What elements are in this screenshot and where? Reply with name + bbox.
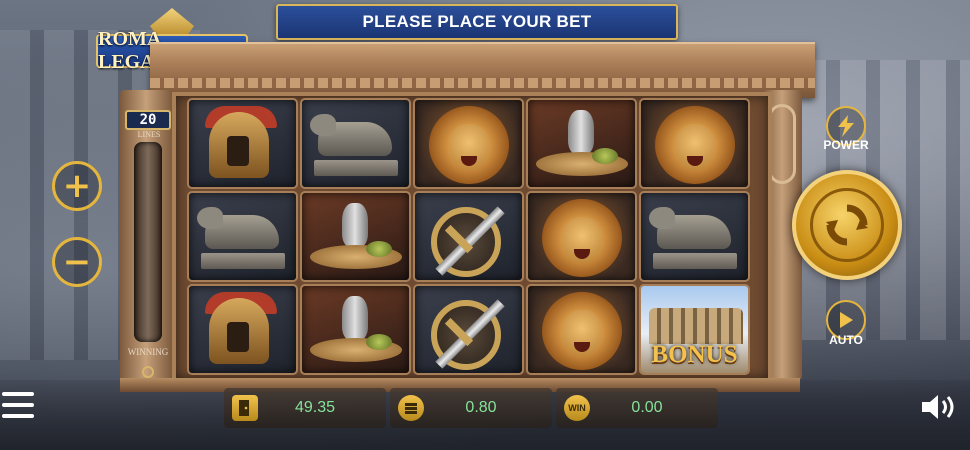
grapes-icon (366, 241, 392, 257)
spin-arrows-icon (826, 204, 868, 246)
menu-line (2, 403, 34, 407)
spin-button[interactable] (792, 170, 902, 280)
grapes-icon (592, 148, 618, 164)
vase-icon (568, 110, 594, 154)
lion-symbol (641, 100, 748, 187)
feast-symbol (528, 100, 635, 187)
win-value: 0.00 (631, 399, 663, 416)
statue-base-icon (314, 160, 398, 176)
helmet-visor-icon (227, 322, 249, 352)
coin-stack-icon (398, 395, 424, 421)
shield-sword-symbol (415, 193, 522, 280)
banner-text: PLEASE PLACE YOUR BET (362, 12, 592, 31)
grapes-icon (366, 334, 392, 350)
wolf-head-icon (649, 207, 675, 229)
play-icon (840, 312, 853, 328)
she-wolf-symbol (302, 100, 409, 187)
reel-cell-shield-sword (413, 284, 524, 375)
reel-cell-gladiator (187, 98, 298, 189)
reel-cell-she-wolf (300, 98, 411, 189)
balance-value: 49.35 (294, 399, 336, 416)
lion-symbol (528, 193, 635, 280)
she-wolf-symbol (641, 193, 748, 280)
menu-line (2, 392, 34, 396)
win-badge-icon: WIN (564, 395, 590, 421)
reel-cell-lion (526, 284, 637, 375)
reel-cell-feast (300, 191, 411, 282)
winning-label: WINNING (127, 347, 169, 357)
reel-cell-gladiator (187, 284, 298, 375)
shield-sword-symbol (415, 286, 522, 373)
statue-base-icon (653, 253, 737, 269)
speaker-icon[interactable] (920, 391, 960, 423)
bonus-text: BONUS (651, 341, 738, 368)
temple-roof (150, 42, 815, 98)
menu-line (2, 414, 34, 418)
refresh-arrows-icon (810, 188, 884, 262)
gladiator-symbol (189, 286, 296, 373)
lion-symbol (415, 100, 522, 187)
lion-symbol (528, 286, 635, 373)
lines-label: LINES (137, 130, 161, 139)
bet-display: 0.80 (390, 388, 552, 428)
reel-cell-feast (300, 284, 411, 375)
win-display: WIN 0.00 (556, 388, 718, 428)
vase-icon (342, 296, 368, 340)
winning-meter-tube (134, 142, 162, 342)
balance-display: 49.35 (224, 388, 386, 428)
minus-icon: − (62, 242, 92, 282)
wolf-head-icon (197, 207, 223, 229)
she-wolf-symbol (189, 193, 296, 280)
reel-cell-she-wolf (187, 191, 298, 282)
increase-bet-button[interactable]: + (52, 161, 102, 211)
reel-cell-lion (526, 191, 637, 282)
column-scroll-ornament (768, 104, 796, 184)
reel-cell-bonus: BONUS (639, 284, 750, 375)
power-label: POWER (823, 138, 869, 152)
hamburger-menu-icon[interactable] (2, 392, 34, 418)
reel-cell-feast (526, 98, 637, 189)
reel-cell-she-wolf (639, 191, 750, 282)
reel-cell-shield-sword (413, 191, 524, 282)
helmet-visor-icon (227, 136, 249, 166)
lightning-icon (838, 115, 854, 137)
vase-icon (342, 203, 368, 247)
message-banner: PLEASE PLACE YOUR BET (276, 4, 678, 40)
colosseum-icon (649, 308, 743, 344)
bet-value: 0.80 (465, 399, 497, 416)
win-icon-text: WIN (568, 403, 586, 413)
decrease-bet-button[interactable]: − (52, 237, 102, 287)
auto-label: AUTO (829, 333, 863, 347)
reel-cell-lion (639, 98, 750, 189)
statue-base-icon (201, 253, 285, 269)
exit-door-icon (232, 395, 258, 421)
feast-symbol (302, 286, 409, 373)
feast-symbol (302, 193, 409, 280)
lines-badge: 20 (125, 110, 171, 130)
winning-indicator (142, 366, 154, 378)
plus-icon: + (62, 166, 92, 206)
reel-grid: BONUS (187, 98, 750, 375)
gladiator-symbol (189, 100, 296, 187)
lines-value: 20 (139, 112, 157, 128)
wolf-head-icon (310, 114, 336, 136)
roof-frieze (150, 78, 815, 88)
reel-cell-lion (413, 98, 524, 189)
bonus-symbol: BONUS (641, 286, 748, 373)
